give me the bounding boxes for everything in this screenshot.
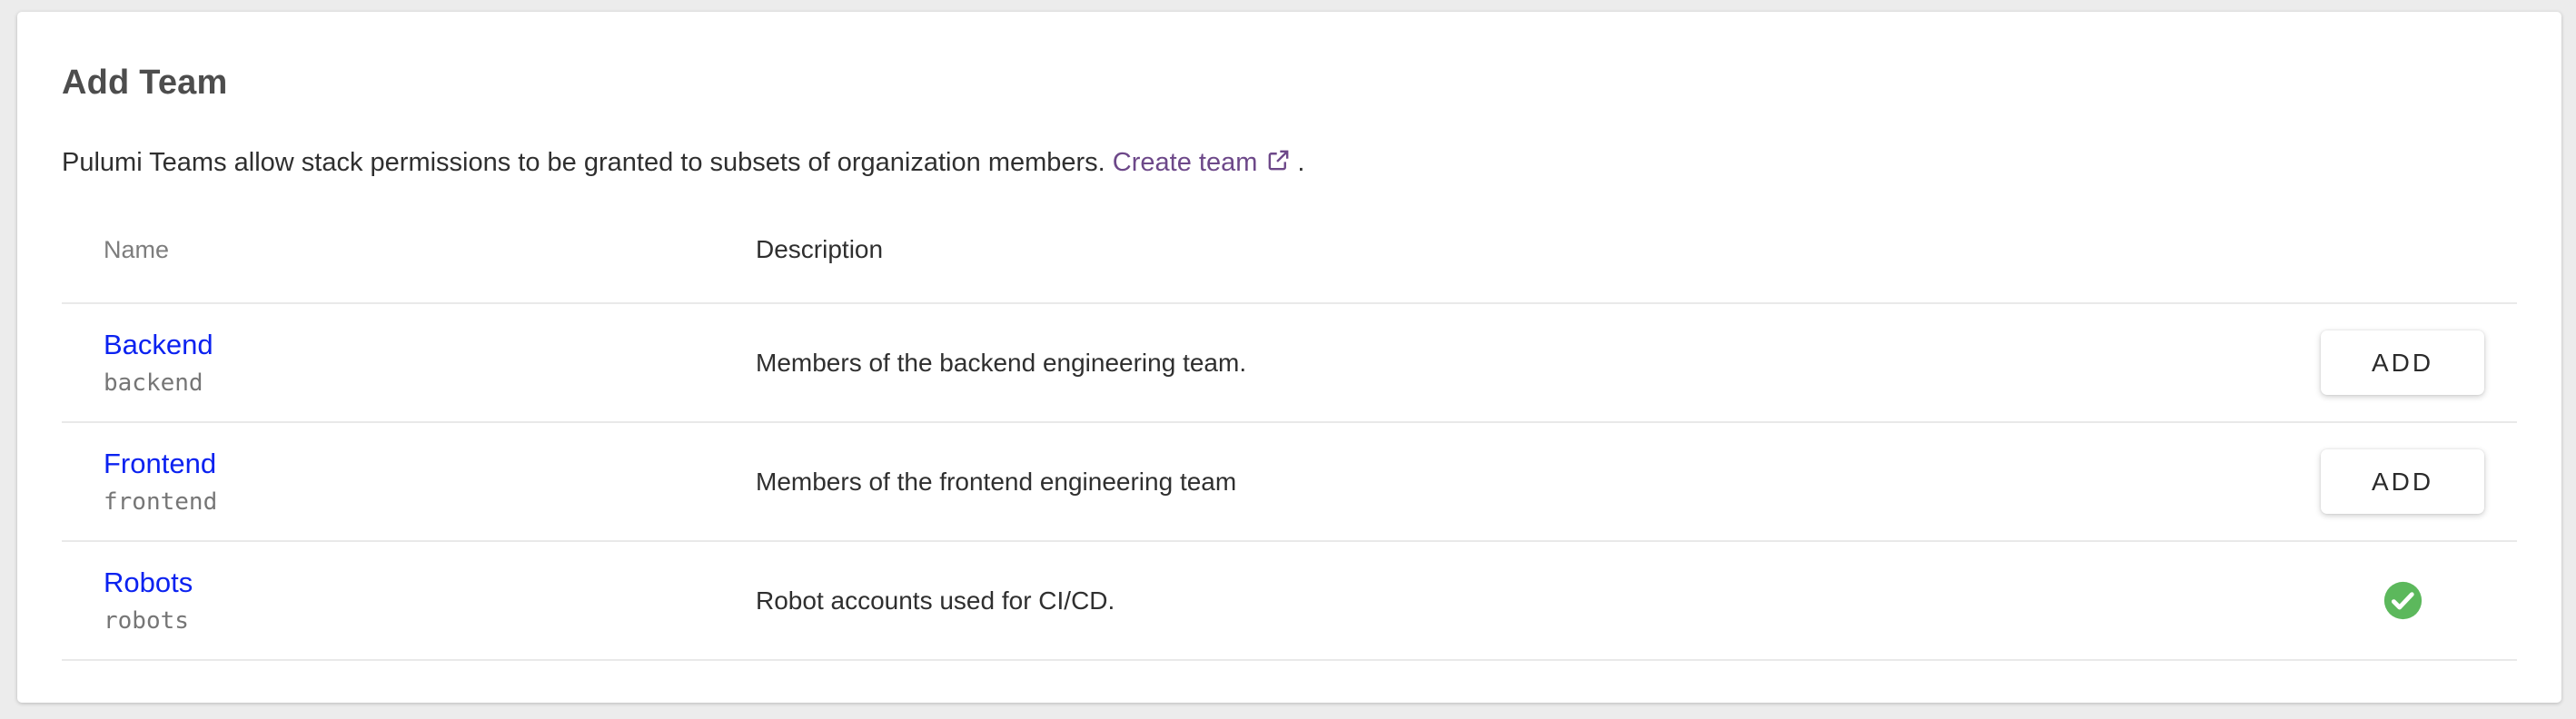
team-action-cell: ADD [2308, 449, 2517, 514]
team-added-status [2321, 580, 2484, 621]
table-row-robots: Robots robots Robot accounts used for CI… [62, 542, 2517, 661]
add-team-button-frontend[interactable]: ADD [2321, 449, 2484, 514]
intro-period: . [1297, 148, 1305, 177]
team-slug: robots [104, 607, 189, 635]
add-team-button-backend[interactable]: ADD [2321, 330, 2484, 395]
intro-text: Pulumi Teams allow stack permissions to … [62, 148, 1105, 177]
team-name-cell: Frontend frontend [62, 448, 756, 516]
team-action-cell [2308, 580, 2517, 621]
team-link-robots[interactable]: Robots [104, 566, 193, 599]
team-slug: frontend [104, 488, 218, 516]
team-link-frontend[interactable]: Frontend [104, 448, 216, 480]
team-description: Members of the frontend engineering team [756, 467, 1237, 496]
create-team-link[interactable]: Create team [1113, 148, 1293, 177]
team-description: Members of the backend engineering team. [756, 348, 1247, 377]
team-name-cell: Robots robots [62, 566, 756, 635]
column-header-name: Name [104, 235, 170, 263]
intro-paragraph: Pulumi Teams allow stack permissions to … [62, 146, 2517, 179]
teams-table: Name Description Backend backend Members… [62, 197, 2517, 661]
team-action-cell: ADD [2308, 330, 2517, 395]
create-team-link-label: Create team [1112, 148, 1258, 177]
column-header-description: Description [756, 235, 884, 263]
external-link-icon [1265, 147, 1292, 173]
add-team-panel: Add Team Pulumi Teams allow stack permis… [17, 12, 2561, 703]
team-description: Robot accounts used for CI/CD. [756, 586, 1115, 615]
team-slug: backend [104, 369, 203, 397]
team-name-cell: Backend backend [62, 329, 756, 397]
team-link-backend[interactable]: Backend [104, 329, 213, 361]
table-header-row: Name Description [62, 197, 2517, 304]
check-circle-icon [2383, 580, 2423, 621]
table-row-backend: Backend backend Members of the backend e… [62, 304, 2517, 423]
table-row-frontend: Frontend frontend Members of the fronten… [62, 423, 2517, 542]
page-title: Add Team [62, 64, 228, 102]
